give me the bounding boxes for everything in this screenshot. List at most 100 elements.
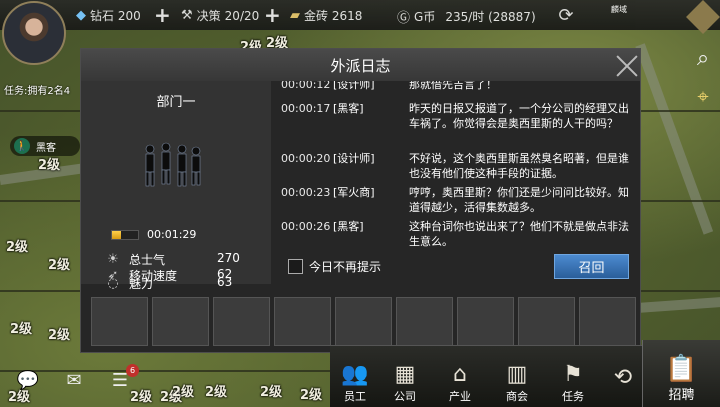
nav-company[interactable]: ▦ 公司 [380, 352, 430, 404]
mail-icon[interactable]: ✉ [58, 366, 90, 394]
task-text[interactable]: 任务:拥有2名4 [4, 82, 70, 97]
hacker-chip[interactable]: 🚶 黑客 [10, 136, 80, 156]
nav-employees[interactable]: 👥 员工 [330, 352, 380, 404]
nav-mall[interactable]: ▥ 商会 [492, 352, 542, 404]
map-grade-label[interactable]: 2级 [48, 324, 70, 343]
checkbox-box[interactable] [288, 259, 303, 274]
add-decision-button[interactable]: + [264, 3, 281, 27]
decision-value: 20/20 [224, 8, 260, 23]
agent-slot[interactable] [457, 297, 514, 346]
agent-slot[interactable] [396, 297, 453, 346]
gcoin-resource: Ⓖ G币 235/时 (28887) [397, 7, 536, 26]
map-grade-label[interactable]: 2级 [48, 254, 70, 273]
shop-icon: ⌂ [453, 362, 467, 387]
map-grade-label[interactable]: 2级 [300, 384, 322, 403]
diamond-icon: ◆ [76, 8, 86, 23]
checkbox-label: 今日不再提示 [309, 260, 382, 274]
map-grade-label[interactable]: 2级 [205, 381, 227, 400]
log-entry: 00:00:23 [军火商] 哼哼，奥西里斯？你们还是少问问比较好。知道得越少，… [281, 185, 633, 215]
nav-label: 公司 [394, 390, 416, 403]
map-grade-label[interactable]: 2级 [6, 236, 28, 255]
log-speaker: [设计师] [333, 81, 375, 91]
log-message: 哼哼，奥西里斯？你们还是少问问比较好。知道得越少，活得集数越多。 [409, 186, 629, 214]
walking-icon: 🚶 [14, 138, 30, 154]
chart-icon: ▥ [506, 362, 528, 387]
map-grade-label[interactable]: 2级 [38, 154, 60, 173]
hacker-chip-label: 黑客 [36, 142, 56, 154]
gold-brick-icon: ▰ [290, 8, 300, 23]
stat-label: 移动速度 [129, 269, 178, 283]
morale-icon: ☀ [107, 252, 119, 267]
agent-slot[interactable] [91, 297, 148, 346]
gcoin-rate: 235/时 (28887) [445, 10, 536, 24]
vip-label: 麟域 [611, 5, 627, 14]
agent-slot[interactable] [335, 297, 392, 346]
nav-industry[interactable]: ⌂ 产业 [435, 352, 485, 404]
log-time: 00:00:20 [281, 152, 331, 165]
resource-bar: ◆ 钻石 200 + ⚒ 决策 20/20 + ▰ 金砖 2618 Ⓖ G币 2… [0, 0, 720, 30]
gold-label: 金砖 2618 [304, 9, 363, 23]
speed-icon: ➶ [107, 268, 119, 283]
agent-slot[interactable] [152, 297, 209, 346]
nav-label: 任务 [562, 390, 584, 403]
stat-morale: ☀ 总士气 270 [105, 251, 240, 268]
recall-button[interactable]: 召回 [554, 254, 629, 279]
agent-slot[interactable] [579, 297, 636, 346]
map-grade-label[interactable]: 2级 [172, 381, 194, 400]
diamond-label: 钻石 200 [90, 9, 141, 23]
log-time: 00:00:17 [281, 102, 331, 115]
gcoin-label: G币 [414, 10, 436, 24]
map-grade-label[interactable]: 2级 [260, 381, 282, 400]
log-message: 那就借先吉言了！ [409, 81, 497, 91]
nav-label: 商会 [506, 390, 528, 403]
stat-value: 62 [217, 267, 233, 281]
chat-icon[interactable]: 💬 [12, 366, 44, 394]
nav-label: 产业 [449, 390, 471, 403]
diamond-resource: ◆ 钻石 200 [76, 7, 141, 24]
search-icon[interactable]: ⌕ [689, 44, 717, 72]
department-name: 部门一 [156, 95, 196, 110]
log-message: 不好说，这个奥西里斯虽然臭名昭著，但是谁也没有他们使这种手段的证据。 [409, 152, 629, 180]
log-time: 00:00:12 [281, 81, 331, 91]
gold-resource: ▰ 金砖 2618 [290, 7, 362, 24]
agents-figure-icon [145, 142, 201, 187]
refresh-nav-button[interactable]: ⟲ [598, 352, 648, 404]
log-speaker: [黑客] [333, 102, 364, 115]
log-entry: 00:00:20 [设计师] 不好说，这个奥西里斯虽然臭名昭著，但是谁也没有他们… [281, 151, 633, 181]
log-message: 昨天的日报又报道了，一个分公司的经理又出车祸了。你觉得会是奥西里斯的人干的吗？ [409, 102, 629, 130]
dispatch-timer: 00:01:29 [147, 228, 197, 241]
log-entry: 00:00:26 [黑客] 这种台词你也说出来了？他们不就是做点非法生意么。 [281, 219, 633, 249]
dispatch-log-dialog: 外派日志 部门一 00:01:29 ☀ 总士气 270 ◌ 魅力 63 ➶ 移动… [80, 48, 641, 353]
close-icon[interactable] [614, 52, 640, 78]
hammer-icon: ⚒ [181, 8, 193, 23]
building-icon: ▦ [394, 362, 416, 387]
agent-slot[interactable] [274, 297, 331, 346]
employees-icon: 👥 [341, 362, 369, 387]
recruit-button[interactable]: 📋 招聘 [642, 340, 720, 407]
location-pin-icon[interactable]: ⌖ [689, 82, 717, 110]
log-speaker: [黑客] [333, 220, 364, 233]
log-time: 00:00:23 [281, 186, 331, 199]
dispatch-progress: 00:01:29 [111, 228, 196, 241]
log-speaker: [设计师] [333, 152, 375, 165]
map-grade-label[interactable]: 2级 [10, 318, 32, 337]
agent-slot[interactable] [213, 297, 270, 346]
log-speaker: [军火商] [333, 186, 375, 199]
log-entry: 00:00:17 [黑客] 昨天的日报又报道了，一个分公司的经理又出车祸了。你觉… [281, 101, 633, 131]
nav-label: 员工 [344, 390, 366, 403]
decision-resource: ⚒ 决策 20/20 [181, 7, 259, 24]
progress-bar [111, 229, 139, 240]
agent-slots [91, 297, 636, 346]
log-message: 这种台词你也说出来了？他们不就是做点非法生意么。 [409, 220, 629, 248]
nav-tasks[interactable]: ⚑ 任务 [548, 352, 598, 404]
player-avatar[interactable] [2, 1, 66, 65]
dialog-title: 外派日志 [81, 49, 640, 81]
refresh-icon[interactable]: ⟳ [552, 1, 580, 29]
log-time: 00:00:26 [281, 220, 331, 233]
department-panel: 部门一 00:01:29 ☀ 总士气 270 ◌ 魅力 63 [81, 81, 271, 291]
add-diamond-button[interactable]: + [154, 3, 171, 27]
dont-remind-checkbox[interactable]: 今日不再提示 [288, 258, 381, 275]
agent-slot[interactable] [518, 297, 575, 346]
stat-label: 总士气 [129, 253, 166, 267]
g-coin-icon: Ⓖ [397, 11, 411, 26]
